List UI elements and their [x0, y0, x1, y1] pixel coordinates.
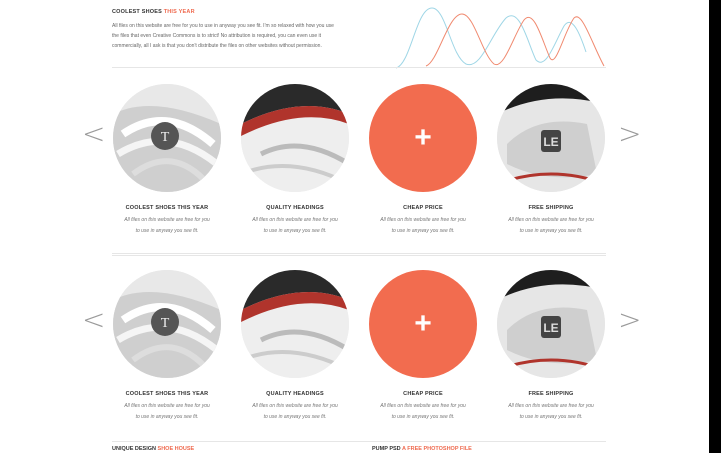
feature-title: CHEAP PRICE	[403, 391, 443, 397]
plus-icon: +	[414, 121, 432, 154]
footer-heading-right: PUMP PSD A FREE PHOTOSHOP FILE	[372, 446, 472, 452]
divider	[112, 441, 606, 442]
footer-heading-left: UNIQUE DESIGN SHOE HOUSE	[112, 446, 195, 452]
shoe-logo-image[interactable]: LE	[497, 270, 605, 378]
product-slider: < > T COOLEST SHOES THIS YEAR All files …	[80, 84, 641, 254]
feature-item: QUALITY HEADINGS All files on this websi…	[232, 84, 358, 237]
prev-arrow[interactable]: <	[82, 306, 105, 334]
plus-button[interactable]: +	[369, 270, 477, 378]
feature-text: All files on this website are free for y…	[380, 403, 466, 420]
next-arrow[interactable]: >	[618, 120, 641, 148]
feature-text: All files on this website are free for y…	[508, 403, 594, 420]
svg-text:LE: LE	[543, 321, 558, 335]
svg-text:T: T	[161, 316, 170, 331]
feature-item: LE FREE SHIPPING All files on this websi…	[488, 84, 614, 237]
feature-text: All files on this website are free for y…	[124, 403, 210, 420]
feature-title: QUALITY HEADINGS	[266, 391, 324, 397]
feature-item: QUALITY HEADINGS All files on this websi…	[232, 270, 358, 423]
shoe-side-image[interactable]	[241, 270, 349, 378]
feature-title: FREE SHIPPING	[528, 391, 574, 397]
divider	[112, 253, 606, 256]
product-slider: < > T COOLEST SHOES THIS YEAR All files …	[80, 270, 641, 440]
feature-text: All files on this website are free for y…	[508, 217, 594, 234]
feature-item: T COOLEST SHOES THIS YEAR All files on t…	[104, 270, 230, 423]
feature-item: T COOLEST SHOES THIS YEAR All files on t…	[104, 84, 230, 237]
intro-section: COOLEST SHOES THIS YEAR All files on thi…	[112, 9, 392, 51]
feature-title: FREE SHIPPING	[528, 205, 574, 211]
plus-icon: +	[414, 307, 432, 340]
shoe-side-image[interactable]	[241, 84, 349, 192]
intro-text: All files on this website are free for y…	[112, 23, 334, 49]
feature-title: CHEAP PRICE	[403, 205, 443, 211]
divider	[112, 67, 606, 68]
feature-text: All files on this website are free for y…	[380, 217, 466, 234]
prev-arrow[interactable]: <	[82, 120, 105, 148]
next-arrow[interactable]: >	[618, 306, 641, 334]
feature-text: All files on this website are free for y…	[252, 403, 338, 420]
window-edge	[709, 0, 721, 453]
svg-text:T: T	[161, 130, 170, 145]
feature-title: COOLEST SHOES THIS YEAR	[125, 391, 209, 397]
svg-text:LE: LE	[543, 135, 558, 149]
feature-item: + CHEAP PRICE All files on this website …	[360, 84, 486, 237]
plus-button[interactable]: +	[369, 84, 477, 192]
shoe-laces-image[interactable]: T	[113, 270, 221, 378]
shoe-logo-image[interactable]: LE	[497, 84, 605, 192]
intro-heading: COOLEST SHOES THIS YEAR	[112, 9, 195, 15]
feature-text: All files on this website are free for y…	[252, 217, 338, 234]
feature-title: COOLEST SHOES THIS YEAR	[125, 205, 209, 211]
feature-item: LE FREE SHIPPING All files on this websi…	[488, 270, 614, 423]
shoe-laces-image[interactable]: T	[113, 84, 221, 192]
feature-item: + CHEAP PRICE All files on this website …	[360, 270, 486, 423]
feature-title: QUALITY HEADINGS	[266, 205, 324, 211]
feature-text: All files on this website are free for y…	[124, 217, 210, 234]
wave-graphic	[396, 7, 605, 69]
